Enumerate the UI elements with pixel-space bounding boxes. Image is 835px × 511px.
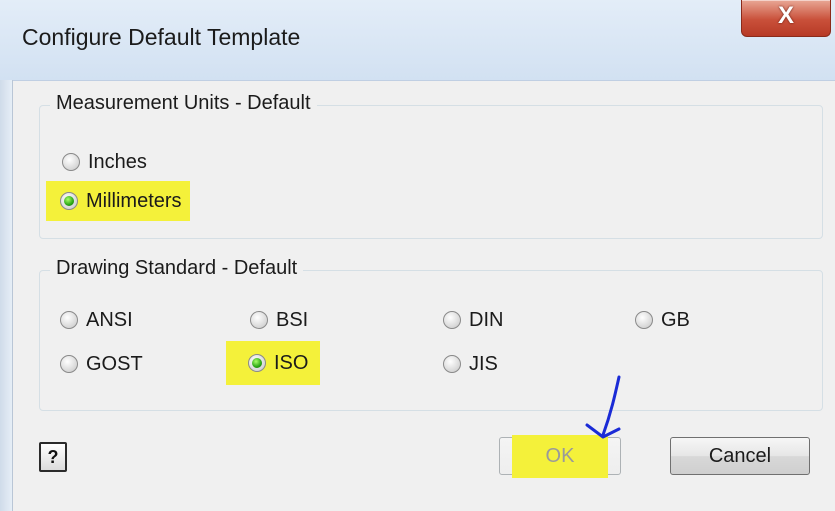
radio-bsi-label: BSI [276, 308, 309, 331]
radio-din-label: DIN [469, 308, 504, 331]
radio-gost-label: GOST [86, 352, 143, 375]
radio-iso-label: ISO [274, 351, 309, 374]
radio-bsi-indicator[interactable] [250, 311, 268, 329]
cancel-button[interactable]: Cancel [670, 437, 810, 475]
close-button[interactable]: X [741, 0, 831, 37]
radio-ansi-label: ANSI [86, 308, 133, 331]
radio-millimeters-label: Millimeters [86, 189, 182, 212]
radio-bsi[interactable]: BSI [250, 305, 308, 335]
radio-iso-indicator[interactable] [248, 354, 266, 372]
cancel-button-label: Cancel [708, 444, 772, 467]
drawing-standard-group: Drawing Standard - Default ANSI BSI DIN … [39, 257, 823, 411]
hand-drawn-arrow-icon [585, 375, 621, 439]
radio-inches[interactable]: Inches [58, 147, 151, 177]
radio-millimeters[interactable]: Millimeters [46, 181, 190, 221]
radio-jis[interactable]: JIS [443, 349, 498, 379]
radio-gb-indicator[interactable] [635, 311, 653, 329]
measurement-units-legend: Measurement Units - Default [50, 92, 317, 115]
measurement-units-group: Measurement Units - Default Inches Milli… [39, 92, 823, 239]
radio-inches-indicator[interactable] [62, 153, 80, 171]
radio-inches-label: Inches [88, 150, 147, 173]
dialog-body: Measurement Units - Default Inches Milli… [13, 81, 835, 511]
radio-gost-indicator[interactable] [60, 355, 78, 373]
radio-jis-indicator[interactable] [443, 355, 461, 373]
window-left-border [0, 80, 13, 511]
title-bar: Configure Default Template X [0, 0, 835, 81]
window-title: Configure Default Template [22, 24, 301, 50]
radio-din[interactable]: DIN [443, 305, 503, 335]
radio-jis-label: JIS [469, 352, 498, 375]
radio-ansi[interactable]: ANSI [60, 305, 133, 335]
help-question-icon: ? [47, 446, 59, 467]
radio-millimeters-indicator[interactable] [60, 192, 78, 210]
drawing-standard-legend: Drawing Standard - Default [50, 257, 304, 280]
radio-ansi-indicator[interactable] [60, 311, 78, 329]
radio-gb[interactable]: GB [635, 305, 690, 335]
radio-gost[interactable]: GOST [60, 349, 143, 379]
radio-iso[interactable]: ISO [226, 341, 321, 385]
close-x-icon: X [777, 2, 794, 29]
help-button[interactable]: ? [39, 442, 67, 472]
radio-gb-label: GB [661, 308, 690, 331]
radio-din-indicator[interactable] [443, 311, 461, 329]
